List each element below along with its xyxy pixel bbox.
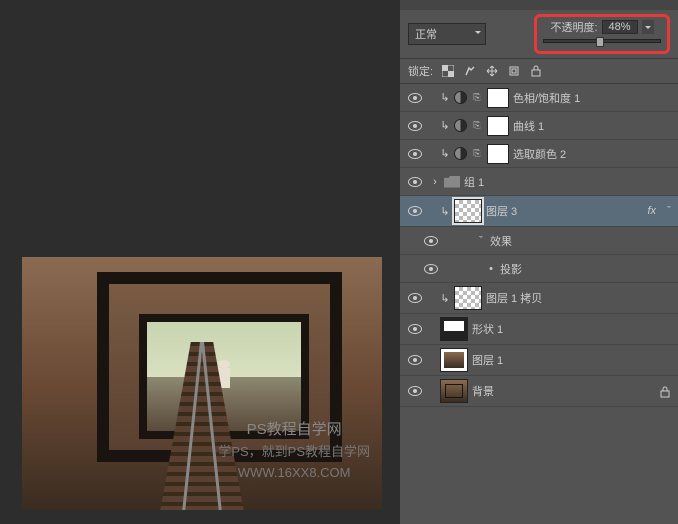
visibility-toggle[interactable] [420, 264, 442, 274]
visibility-toggle[interactable] [404, 386, 426, 396]
visibility-toggle[interactable] [404, 206, 426, 216]
lock-row: 锁定: [400, 59, 678, 84]
adjustment-icon [454, 119, 467, 132]
layer-1-copy[interactable]: ↳ 图层 1 拷贝 [400, 283, 678, 314]
eye-icon [408, 177, 422, 187]
lock-artboard-icon[interactable] [507, 64, 521, 78]
visibility-toggle[interactable] [404, 324, 426, 334]
eye-icon [408, 121, 422, 131]
folder-icon [444, 176, 460, 188]
lock-icon [660, 386, 670, 396]
opacity-highlight-box: 不透明度: [534, 14, 670, 54]
effect-bullet-icon: • [486, 263, 496, 275]
blend-mode-dropdown[interactable]: 正常 [408, 23, 486, 45]
layers-list: ↳ ⎘ 色相/饱和度 1 ↳ ⎘ 曲线 1 ↳ ⎘ 选取颜色 2 › 组 [400, 84, 678, 524]
opacity-slider[interactable] [543, 39, 661, 43]
adjustment-icon [454, 91, 467, 104]
layer-name[interactable]: 图层 1 [472, 352, 674, 368]
effects-expand-toggle[interactable]: ˇ [476, 235, 486, 247]
visibility-toggle[interactable] [404, 93, 426, 103]
link-icon: ⎘ [471, 147, 483, 161]
blend-mode-value: 正常 [415, 29, 437, 41]
layer-name[interactable]: 组 1 [464, 174, 674, 190]
opacity-input[interactable] [602, 20, 638, 34]
visibility-toggle[interactable] [420, 236, 442, 246]
eye-icon [408, 293, 422, 303]
visibility-toggle[interactable] [404, 355, 426, 365]
layers-panel: 正常 不透明度: 锁定: ↳ ⎘ [400, 0, 678, 524]
layer-thumb[interactable] [440, 317, 468, 341]
expand-toggle[interactable]: › [430, 176, 440, 188]
eye-icon [424, 236, 438, 246]
layer-curves[interactable]: ↳ ⎘ 曲线 1 [400, 112, 678, 140]
layer-mask-thumb[interactable] [487, 116, 509, 136]
layer-name[interactable]: 图层 1 拷贝 [486, 290, 674, 306]
layer-selective-color[interactable]: ↳ ⎘ 选取颜色 2 [400, 140, 678, 168]
layer-background[interactable]: 背景 [400, 376, 678, 407]
lock-position-icon[interactable] [485, 64, 499, 78]
clip-indicator-icon: ↳ [440, 147, 450, 160]
fx-expand-toggle[interactable]: ˇ [664, 205, 674, 217]
eye-icon [408, 386, 422, 396]
layer-name[interactable]: 形状 1 [472, 321, 674, 337]
eye-icon [408, 324, 422, 334]
layer-name[interactable]: 选取颜色 2 [513, 146, 674, 162]
visibility-toggle[interactable] [404, 293, 426, 303]
layer-thumb[interactable] [454, 286, 482, 310]
layer-thumb[interactable] [440, 379, 468, 403]
effects-label: 效果 [490, 233, 674, 249]
clip-indicator-icon: ↳ [440, 292, 450, 305]
document-canvas[interactable] [22, 257, 382, 510]
eye-icon [424, 264, 438, 274]
link-icon: ⎘ [471, 91, 483, 105]
eye-icon [408, 206, 422, 216]
layer-mask-thumb[interactable] [487, 88, 509, 108]
layer-hue-saturation[interactable]: ↳ ⎘ 色相/饱和度 1 [400, 84, 678, 112]
opacity-label: 不透明度: [550, 19, 597, 35]
layer-name[interactable]: 色相/饱和度 1 [513, 90, 674, 106]
visibility-toggle[interactable] [404, 121, 426, 131]
layer-mask-thumb[interactable] [487, 144, 509, 164]
lock-transparency-icon[interactable] [441, 64, 455, 78]
eye-icon [408, 355, 422, 365]
layer-group-1[interactable]: › 组 1 [400, 168, 678, 196]
layer-shape-1[interactable]: 形状 1 [400, 314, 678, 345]
layer-effect-dropshadow[interactable]: • 投影 [400, 255, 678, 283]
layer-name[interactable]: 曲线 1 [513, 118, 674, 134]
lock-pixels-icon[interactable] [463, 64, 477, 78]
layer-thumb[interactable] [440, 348, 468, 372]
fx-badge[interactable]: fx [647, 205, 656, 217]
layer-3-selected[interactable]: ↳ 图层 3 fx ˇ [400, 196, 678, 227]
link-icon: ⎘ [471, 119, 483, 133]
lock-label: 锁定: [408, 63, 433, 79]
clip-indicator-icon: ↳ [440, 119, 450, 132]
layer-name[interactable]: 背景 [472, 383, 656, 399]
layer-1[interactable]: 图层 1 [400, 345, 678, 376]
visibility-toggle[interactable] [404, 177, 426, 187]
layer-effects-header[interactable]: ˇ 效果 [400, 227, 678, 255]
clip-indicator-icon: ↳ [440, 205, 450, 218]
eye-icon [408, 93, 422, 103]
canvas-area: PS教程自学网 学PS，就到PS教程自学网 WWW.16XX8.COM [0, 0, 400, 524]
layer-thumb[interactable] [454, 199, 482, 223]
opacity-slider-thumb[interactable] [596, 37, 604, 47]
blend-opacity-row: 正常 不透明度: [400, 10, 678, 59]
opacity-dropdown-toggle[interactable] [642, 20, 654, 34]
layer-name[interactable]: 图层 3 [486, 203, 643, 219]
adjustment-icon [454, 147, 467, 160]
panel-tab-strip[interactable] [400, 0, 678, 10]
visibility-toggle[interactable] [404, 149, 426, 159]
lock-all-icon[interactable] [529, 64, 543, 78]
effect-name[interactable]: 投影 [500, 261, 674, 277]
clip-indicator-icon: ↳ [440, 91, 450, 104]
eye-icon [408, 149, 422, 159]
